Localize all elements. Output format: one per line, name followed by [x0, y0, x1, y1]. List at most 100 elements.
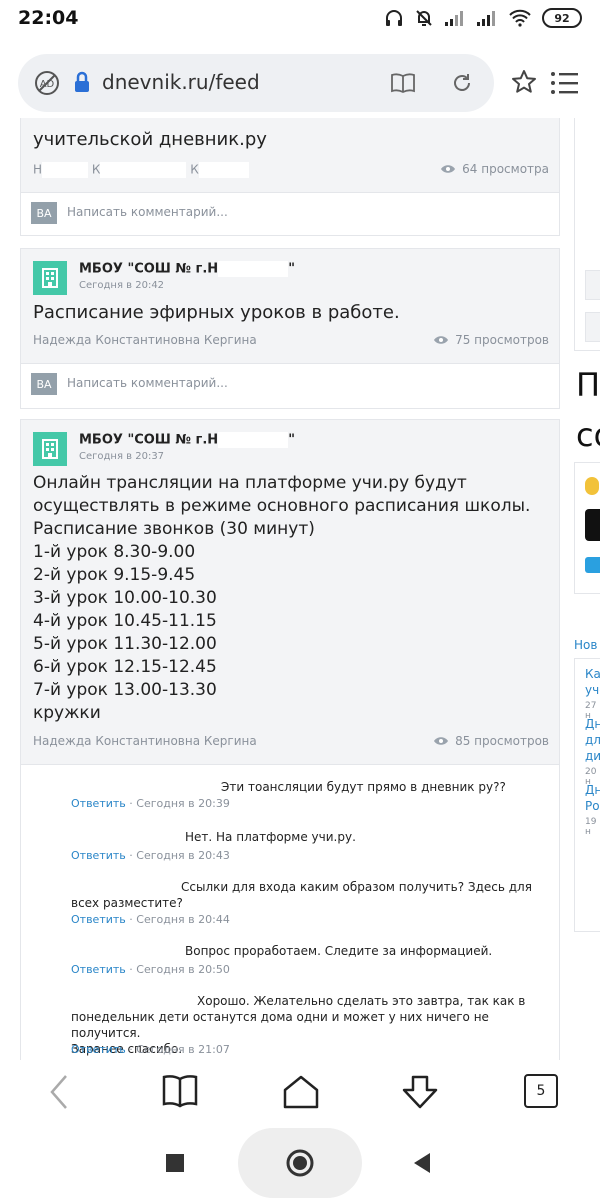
post-card: МБОУ "СОШ № г.Н " Сегодня в 20:37 Онлайн … [20, 419, 560, 765]
post-text: Расписание эфирных уроков в работе. [33, 302, 400, 323]
avatar: ВА [31, 373, 57, 395]
post-card: МБОУ "СОШ № г.Н " Сегодня в 20:42 Расписа… [20, 248, 560, 364]
news-title[interactable]: Дн [585, 783, 600, 797]
comment-item: Нет. На платформе учи.ру. Ответить · Сег… [21, 819, 559, 869]
org-name-suffix: " [288, 432, 295, 448]
comment-item: Ссылки для входа каким образом получить?… [21, 869, 559, 935]
star-icon[interactable] [510, 68, 538, 96]
news-date: 19 н [585, 817, 597, 837]
home-circle-icon[interactable] [285, 1148, 315, 1178]
feed-content[interactable]: учительской дневник.ру Н К К 64 просмотр… [0, 118, 600, 1060]
comment-line: Хорошо. Желательно сделать это завтра, т… [197, 994, 526, 1008]
comment-line: понедельник дети останутся дома одни и м… [71, 1010, 489, 1040]
comment-placeholder: Написать комментарий... [67, 376, 228, 390]
comment-text: Хорошо. Желательно сделать это завтра, т… [197, 993, 525, 1009]
org-name-text: МБОУ "СОШ № г.Н [79, 261, 219, 277]
building-icon [33, 261, 67, 295]
news-title[interactable]: Ка [585, 667, 600, 681]
post-line: 7-й урок 13.00-13.30 [33, 680, 217, 700]
post-views: 85 просмотров [433, 734, 549, 748]
author-part: Н [33, 162, 43, 177]
reply-link[interactable]: Ответить [71, 797, 126, 810]
system-nav-bar [0, 1126, 600, 1200]
post-line: 5-й урок 11.30-12.00 [33, 634, 217, 654]
home-icon[interactable] [282, 1074, 320, 1110]
post-line: 3-й урок 10.00-10.30 [33, 588, 217, 608]
author-part: К [91, 162, 101, 177]
eye-icon [441, 165, 456, 173]
eye-icon [434, 737, 449, 745]
org-name[interactable]: МБОУ "СОШ № г.Н " [79, 261, 295, 277]
news-label[interactable]: Нов [574, 638, 597, 652]
post-body: Онлайн трансляции на платформе учи.ру бу… [33, 472, 530, 725]
comments-list: Эти тоансляции будут прямо в дневник ру?… [20, 765, 560, 1060]
post-line: осуществлять в режиме основного расписан… [33, 496, 531, 516]
back-icon[interactable] [46, 1074, 72, 1110]
comment-input[interactable]: ВА Написать комментарий... [20, 364, 560, 409]
author-part: К [190, 162, 199, 177]
url-text[interactable]: dnevnik.ru/feed [102, 70, 260, 94]
recents-button[interactable] [166, 1154, 184, 1172]
eye-icon [434, 336, 449, 344]
comment-item: Вопрос проработаем. Следите за информаци… [21, 935, 559, 985]
reply-link[interactable]: Ответить [71, 913, 126, 926]
app-icon [585, 557, 600, 573]
comment-placeholder: Написать комментарий... [67, 205, 228, 219]
sidebar-box [574, 118, 600, 351]
post-line: Онлайн трансляции на платформе учи.ру бу… [33, 473, 467, 493]
tabs-counter[interactable]: 5 [524, 1074, 558, 1108]
comment-time: Сегодня в 20:44 [136, 913, 230, 926]
avatar: ВА [31, 202, 57, 224]
bookmarks-book-icon[interactable] [162, 1074, 198, 1108]
post-views: 64 просмотра [440, 162, 549, 176]
comment-input[interactable]: ВА Написать комментарий... [20, 193, 560, 236]
reply-link[interactable]: Ответить [71, 1043, 126, 1056]
status-icons: 92 [384, 8, 582, 28]
post-line: 2-й урок 9.15-9.45 [33, 565, 196, 585]
app-badges [574, 462, 600, 594]
adblock-icon[interactable]: AD [34, 70, 60, 96]
post-line: 4-й урок 10.45-11.15 [33, 611, 217, 631]
reply-link[interactable]: Ответить [71, 849, 126, 862]
status-time: 22:04 [18, 7, 79, 29]
news-box: Ка уче 27 н Дн для дис 20 н Дн Ро 19 н [574, 658, 600, 932]
reload-icon[interactable] [450, 71, 474, 95]
reader-mode-icon[interactable] [390, 72, 416, 94]
post-line: Расписание звонков (30 минут) [33, 519, 315, 539]
lock-icon [75, 71, 89, 92]
views-count: 75 просмотров [455, 333, 549, 347]
post-line: 1-й урок 8.30-9.00 [33, 542, 196, 562]
comment-time: Сегодня в 20:43 [136, 849, 230, 862]
reply-link[interactable]: Ответить [71, 963, 126, 976]
post-author: Н К К [33, 162, 249, 178]
download-icon[interactable] [400, 1074, 440, 1110]
comment-item: Эти тоансляции будут прямо в дневник ру?… [21, 765, 559, 819]
news-title[interactable]: Ро [585, 799, 600, 813]
comment-text: всех разместите? [71, 895, 183, 911]
comment-meta: Ответить · Сегодня в 20:44 [71, 913, 230, 926]
menu-icon[interactable] [550, 70, 580, 96]
views-count: 85 просмотров [455, 734, 549, 748]
feed-list: учительской дневник.ру Н К К 64 просмотр… [20, 118, 560, 1060]
right-sidebar: П со Нов Ка уче 27 н Дн для дис 20 н Дн … [574, 118, 600, 1060]
comment-time: Сегодня в 20:39 [136, 797, 230, 810]
news-title[interactable]: для [585, 733, 600, 747]
news-title[interactable]: дис [585, 749, 600, 763]
url-bar[interactable]: AD dnevnik.ru/feed [18, 54, 494, 112]
comment-text: Ссылки для входа каким образом получить?… [181, 879, 532, 895]
comment-time: Сегодня в 21:07 [136, 1043, 230, 1056]
app-store-icon [585, 509, 600, 541]
back-triangle-icon[interactable] [412, 1152, 432, 1174]
post-time: Сегодня в 20:37 [79, 451, 165, 462]
news-title[interactable]: уче [585, 683, 600, 697]
sidebar-heading: П [576, 366, 600, 404]
comment-line: всех разместите? [71, 896, 183, 910]
comment-meta: Ответить · Сегодня в 20:50 [71, 963, 230, 976]
post-line: 6-й урок 12.15-12.45 [33, 657, 217, 677]
org-name-text: МБОУ "СОШ № г.Н [79, 432, 219, 448]
sidebar-heading: со [576, 416, 600, 454]
tabs-count: 5 [536, 1083, 546, 1099]
comment-line: Нет. На платформе учи.ру. [185, 830, 356, 844]
org-name[interactable]: МБОУ "СОШ № г.Н " [79, 432, 295, 448]
news-title[interactable]: Дн [585, 717, 600, 731]
